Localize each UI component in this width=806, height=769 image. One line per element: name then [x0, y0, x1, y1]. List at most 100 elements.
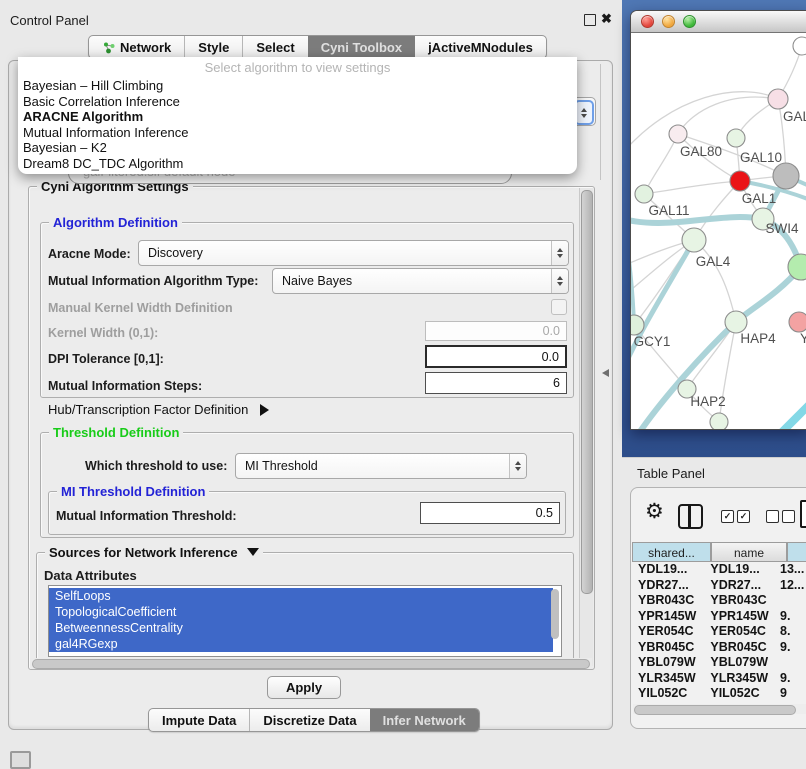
which-threshold-combo[interactable]: MI Threshold	[235, 453, 527, 479]
collapsed-panel-icon[interactable]	[10, 751, 31, 769]
mi-steps-field[interactable]: 6	[425, 372, 567, 394]
attribute-item-selfloops[interactable]: SelfLoops	[49, 588, 553, 604]
network-node-label: GCY1	[634, 334, 671, 349]
table-cell: YPR145W	[704, 609, 774, 625]
network-node[interactable]	[730, 171, 750, 191]
select-all-checkboxes-icon[interactable]: ✓ ✓	[721, 510, 750, 523]
list-vscrollbar-thumb[interactable]	[551, 589, 559, 639]
dpi-tolerance-label: DPI Tolerance [0,1]:	[48, 352, 164, 366]
data-attributes-list[interactable]: SelfLoopsTopologicalCoefficientBetweenne…	[48, 585, 562, 657]
network-node[interactable]	[710, 413, 728, 430]
settings-vscrollbar-thumb[interactable]	[581, 190, 593, 594]
tab-label: Network	[120, 40, 171, 55]
network-window-titlebar[interactable]	[631, 11, 806, 33]
table-row[interactable]: YLR345WYLR345W9.	[632, 671, 806, 687]
network-node[interactable]	[768, 89, 788, 109]
control-panel-title: Control Panel	[10, 13, 89, 28]
tab-jactivemnodules[interactable]: jActiveMNodules	[415, 36, 546, 58]
table-panel-title: Table Panel	[637, 466, 705, 481]
table-row[interactable]: YBL079WYBL079W	[632, 655, 806, 671]
algorithm-option-mutual-information-inference[interactable]: Mutual Information Inference	[18, 125, 577, 141]
network-node[interactable]	[789, 312, 806, 332]
tab-style[interactable]: Style	[184, 36, 242, 58]
manual-kernel-checkbox[interactable]	[551, 299, 567, 315]
mi-threshold-field[interactable]: 0.5	[420, 502, 560, 524]
column-header-2[interactable]	[787, 542, 806, 562]
unselect-all-checkboxes-icon[interactable]	[766, 510, 795, 523]
network-node[interactable]	[682, 228, 706, 252]
algorithm-option-basic-correlation-inference[interactable]: Basic Correlation Inference	[18, 94, 577, 110]
hub-definition-row[interactable]: Hub/Transcription Factor Definition	[48, 402, 269, 417]
settings-hscrollbar-thumb[interactable]	[32, 659, 590, 669]
tab-discretize-data[interactable]: Discretize Data	[249, 709, 369, 731]
network-node[interactable]	[725, 311, 747, 333]
network-node-label: GAL	[783, 109, 806, 124]
close-icon[interactable]: ✖	[601, 13, 612, 25]
expand-right-icon[interactable]	[260, 404, 269, 416]
export-table-icon[interactable]	[800, 500, 806, 528]
table-hscrollbar-thumb[interactable]	[634, 705, 796, 715]
checked-box-icon: ✓	[721, 510, 734, 523]
algorithm-option-aracne-algorithm[interactable]: ARACNE Algorithm	[18, 109, 577, 125]
table-cell: YDR27...	[632, 578, 704, 594]
network-node[interactable]	[727, 129, 745, 147]
network-node[interactable]	[669, 125, 687, 143]
tab-impute-data[interactable]: Impute Data	[149, 709, 249, 731]
splitter-collapse-arrow[interactable]	[602, 369, 609, 377]
network-node[interactable]	[773, 163, 799, 189]
table-row[interactable]: YBR045CYBR045C9.	[632, 640, 806, 656]
attribute-item-gal4rgexp[interactable]: gal4RGexp	[49, 636, 553, 652]
algorithm-option-bayesian-k2[interactable]: Bayesian – K2	[18, 140, 577, 156]
top-tab-bar: Network Style SelectCyni ToolboxjActiveMNo…	[88, 35, 547, 59]
tab-select[interactable]: Select	[242, 36, 307, 58]
table-row[interactable]: YIL052CYIL052C9	[632, 686, 806, 702]
table-cell: YER054C	[632, 624, 704, 640]
table-row[interactable]: YBR043CYBR043C	[632, 593, 806, 609]
table-cell: YBL079W	[704, 655, 774, 671]
algorithm-option-dream8-dc-tdc-algorithm[interactable]: Dream8 DC_TDC Algorithm	[18, 156, 577, 172]
table-row[interactable]: YER054CYER054C8.	[632, 624, 806, 640]
table-cell: YDR27...	[704, 578, 774, 594]
network-canvas-svg[interactable]: GALGAL80GAL10GAL1GAL11SWI4GAL4GCY1HAP4YH…	[631, 33, 806, 430]
window-zoom-icon[interactable]	[683, 15, 696, 28]
tab-cyni-toolbox[interactable]: Cyni Toolbox	[308, 36, 415, 58]
column-header-name[interactable]: name	[711, 542, 787, 562]
tab-label: Impute Data	[162, 713, 236, 728]
table-row[interactable]: YDL19...YDL19...13...	[632, 562, 806, 578]
settings-hscrollbar[interactable]	[30, 658, 592, 669]
settings-vscrollbar[interactable]	[579, 188, 593, 666]
network-node[interactable]	[635, 185, 653, 203]
gear-icon[interactable]: ⚙	[645, 501, 664, 523]
apply-button[interactable]: Apply	[267, 676, 341, 699]
table-cell: YPR145W	[632, 609, 704, 625]
window-minimize-icon[interactable]	[662, 15, 675, 28]
table-body: YDL19...YDL19...13...YDR27...YDR27...12.…	[632, 562, 806, 702]
aracne-mode-combo[interactable]: Discovery	[138, 240, 569, 266]
table-row[interactable]: YDR27...YDR27...12...	[632, 578, 806, 594]
focused-stepper[interactable]	[574, 100, 594, 125]
table-row[interactable]: YPR145WYPR145W9.	[632, 609, 806, 625]
data-attributes-label: Data Attributes	[44, 568, 137, 583]
tab-infer-network[interactable]: Infer Network	[370, 709, 479, 731]
network-edge-highlighted	[631, 219, 634, 325]
node-table[interactable]: shared...name YDL19...YDL19...13...YDR27…	[632, 542, 806, 702]
float-window-icon[interactable]	[584, 14, 596, 26]
column-header-shared-[interactable]: shared...	[632, 542, 711, 562]
algorithm-option-bayesian-hill-climbing[interactable]: Bayesian – Hill Climbing	[18, 78, 577, 94]
tab-label: Style	[198, 40, 229, 55]
attribute-item-betweennesscentrality[interactable]: BetweennessCentrality	[49, 620, 553, 636]
dpi-tolerance-field[interactable]: 0.0	[425, 345, 567, 368]
mi-type-combo[interactable]: Naive Bayes	[272, 268, 569, 294]
table-cell: 13...	[774, 562, 806, 578]
table-cell: YLR345W	[704, 671, 774, 687]
table-cell: YBR045C	[704, 640, 774, 656]
table-cell	[774, 655, 806, 671]
column-layout-icon[interactable]	[678, 504, 703, 529]
tab-network[interactable]: Network	[89, 36, 184, 58]
network-node[interactable]	[793, 37, 806, 55]
collapse-down-icon[interactable]	[247, 548, 259, 556]
table-hscrollbar[interactable]	[633, 704, 806, 714]
attribute-item-topologicalcoefficient[interactable]: TopologicalCoefficient	[49, 604, 553, 620]
table-cell: 12...	[774, 578, 806, 594]
window-close-icon[interactable]	[641, 15, 654, 28]
